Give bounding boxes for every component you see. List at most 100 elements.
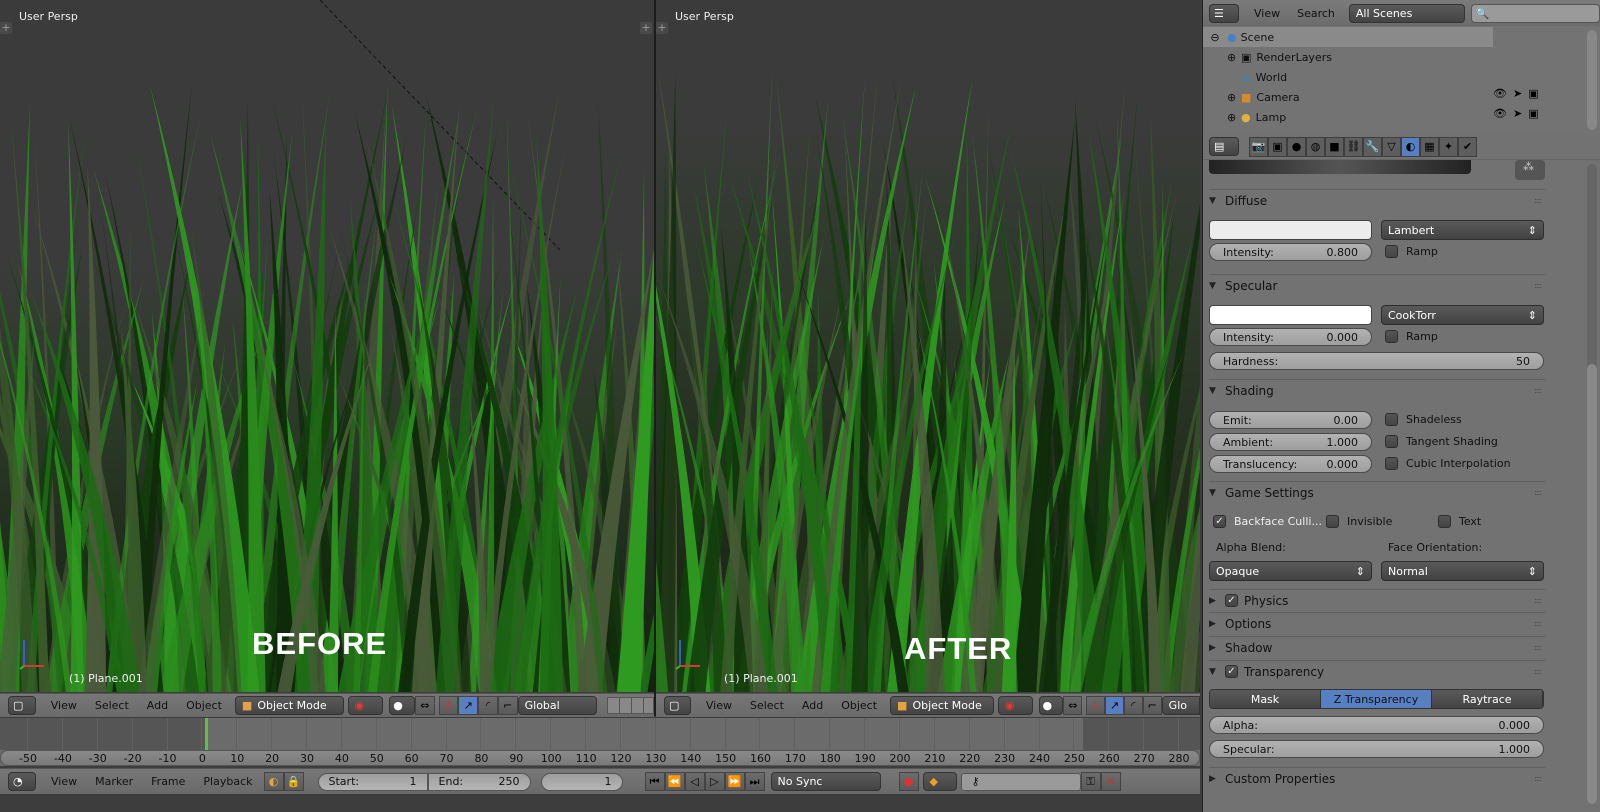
invisible-checkbox[interactable]: Invisible <box>1326 515 1392 528</box>
editor-type-button[interactable]: ▤ <box>1209 137 1239 156</box>
panel-specular-header[interactable]: ▼ Specular:::: <box>1209 274 1545 296</box>
layers-grid[interactable] <box>606 697 654 714</box>
viewport-shading-dropdown[interactable]: ◉ <box>347 696 384 715</box>
drag-grip-icon[interactable]: :::: <box>1534 281 1542 290</box>
eye-icon[interactable]: 👁 <box>1493 87 1507 100</box>
tab-render[interactable]: 📷 <box>1249 136 1268 157</box>
drag-grip-icon[interactable]: :::: <box>1534 667 1542 676</box>
alpha-blend-dropdown[interactable]: Opaque ⇕ <box>1209 561 1372 581</box>
mode-mask-button[interactable]: Mask <box>1210 690 1321 708</box>
panel-shading-header[interactable]: ▼ Shading:::: <box>1209 379 1545 401</box>
specular-intensity-field[interactable]: Intensity: 0.000 <box>1209 328 1372 346</box>
shadeless-checkbox[interactable]: Shadeless <box>1385 413 1462 426</box>
viewport-before[interactable]: User Persp + + BEFORE (1) Plane.001 <box>0 0 654 692</box>
menu-view[interactable]: View <box>42 775 86 788</box>
preview-range-toggle[interactable]: ◐ <box>263 772 284 791</box>
toolshelf-toggle[interactable]: + <box>0 22 12 34</box>
play-reverse-button[interactable]: ◁ <box>684 772 705 791</box>
current-frame-field[interactable]: 1 <box>540 772 623 791</box>
outliner-item[interactable]: ◍ World <box>1203 67 1493 87</box>
tab-material[interactable]: ◐ <box>1401 136 1420 157</box>
tab-physics[interactable]: ✔ <box>1458 136 1477 157</box>
mode-raytrace-button[interactable]: Raytrace <box>1432 690 1543 708</box>
panel-transparency-header[interactable]: ▼ ✓ Transparency:::: <box>1209 660 1545 682</box>
jump-end-button[interactable]: ⏭ <box>744 772 765 791</box>
tangent-shading-checkbox[interactable]: Tangent Shading <box>1385 435 1498 448</box>
rotate-button[interactable]: ◜ <box>478 696 498 715</box>
rotate-button[interactable]: ◜ <box>1123 696 1143 715</box>
outliner-item[interactable]: ⊕ ● Lamp <box>1203 107 1493 127</box>
scale-button[interactable]: ⌐ <box>497 696 518 715</box>
text-checkbox[interactable]: Text <box>1438 515 1481 528</box>
play-button[interactable]: ▷ <box>704 772 725 791</box>
drag-grip-icon[interactable]: :::: <box>1534 386 1542 395</box>
drag-grip-icon[interactable]: :::: <box>1534 596 1542 605</box>
tab-modifiers[interactable]: 🔧 <box>1363 136 1382 157</box>
menu-view[interactable]: View <box>697 699 741 712</box>
diffuse-ramp-checkbox[interactable]: Ramp <box>1385 245 1438 258</box>
viewport-shading-dropdown[interactable]: ◉ <box>997 696 1033 715</box>
diffuse-intensity-field[interactable]: Intensity: 0.800 <box>1209 243 1372 261</box>
menu-select[interactable]: Select <box>741 699 793 712</box>
tab-render-layers[interactable]: ▣ <box>1268 136 1287 157</box>
render-icon[interactable]: ▣ <box>1528 87 1538 100</box>
drag-grip-icon[interactable]: :::: <box>1534 774 1542 783</box>
transform-axes-button[interactable]: ⅄ <box>438 696 459 715</box>
translucency-field[interactable]: Translucency: 0.000 <box>1209 455 1372 473</box>
specular-shader-dropdown[interactable]: CookTorr ⇕ <box>1381 305 1544 325</box>
playhead[interactable] <box>205 718 208 750</box>
editor-type-button[interactable]: ◔ <box>8 772 36 791</box>
transform-axes-button[interactable]: ⅄ <box>1086 696 1106 715</box>
pivot-dropdown[interactable]: ● <box>1038 696 1064 715</box>
tab-constraints[interactable]: ⛓ <box>1344 136 1363 157</box>
menu-view[interactable]: View <box>1245 7 1289 20</box>
prev-keyframe-button[interactable]: ⏪ <box>664 772 685 791</box>
tab-world[interactable]: ◍ <box>1306 136 1325 157</box>
preview-type-button[interactable]: ⁂ <box>1515 160 1545 180</box>
orientation-dropdown[interactable]: Glo <box>1161 696 1201 715</box>
lock-toggle[interactable]: 🔒 <box>283 772 304 791</box>
properties-scrollbar[interactable] <box>1587 364 1597 804</box>
panel-options-header[interactable]: ▶ Options:::: <box>1209 612 1545 634</box>
drag-grip-icon[interactable]: :::: <box>1534 619 1542 628</box>
tab-data[interactable]: ▽ <box>1382 136 1401 157</box>
specular-color-swatch[interactable] <box>1209 305 1372 325</box>
panel-game-settings-header[interactable]: ▼ Game Settings:::: <box>1209 481 1545 503</box>
search-input[interactable]: 🔍 <box>1470 3 1600 23</box>
start-frame-field[interactable]: Start: 1 <box>317 772 428 791</box>
specular-ramp-checkbox[interactable]: Ramp <box>1385 330 1438 343</box>
orientation-dropdown[interactable]: Global <box>517 696 597 715</box>
menu-object[interactable]: Object <box>177 699 231 712</box>
end-frame-field[interactable]: End: 250 <box>427 772 531 791</box>
render-icon[interactable]: ▣ <box>1528 107 1538 120</box>
eye-icon[interactable]: 👁 <box>1493 107 1507 120</box>
checkmark-icon[interactable]: ✓ <box>1225 594 1238 607</box>
translate-button[interactable]: ↗ <box>1105 696 1124 715</box>
tab-texture[interactable]: ▦ <box>1420 136 1439 157</box>
panel-shadow-header[interactable]: ▶ Shadow:::: <box>1209 636 1545 658</box>
alpha-field[interactable]: Alpha: 0.000 <box>1209 716 1544 734</box>
manipulator-toggle[interactable]: ⇔ <box>414 696 435 715</box>
keying-set-field[interactable]: ⚷ <box>960 772 1081 791</box>
tab-particles[interactable]: ✦ <box>1439 136 1458 157</box>
outliner-scrollbar[interactable] <box>1587 30 1597 130</box>
insert-keyframe-button[interactable]: ⚿ <box>1080 772 1101 791</box>
menu-object[interactable]: Object <box>832 699 886 712</box>
record-button[interactable]: ● <box>898 772 919 791</box>
menu-add[interactable]: Add <box>138 699 177 712</box>
outliner-item[interactable]: ⊕ ▣ RenderLayers <box>1203 47 1493 67</box>
manipulator-toggle[interactable]: ⇔ <box>1063 696 1083 715</box>
menu-frame[interactable]: Frame <box>142 775 194 788</box>
tab-object[interactable]: ■ <box>1325 136 1344 157</box>
backface-culling-checkbox[interactable]: ✓ Backface Culli... <box>1213 515 1322 528</box>
transparency-specular-field[interactable]: Specular: 1.000 <box>1209 740 1544 758</box>
properties-toggle[interactable]: + <box>640 22 652 34</box>
sync-dropdown[interactable]: No Sync <box>770 772 881 791</box>
menu-view[interactable]: View <box>42 699 86 712</box>
editor-type-button[interactable]: ▢ <box>664 696 691 715</box>
panel-custom-properties-header[interactable]: ▶ Custom Properties:::: <box>1209 767 1545 789</box>
outliner-item[interactable]: ⊕ ■ Camera <box>1203 87 1493 107</box>
pivot-dropdown[interactable]: ● <box>389 696 415 715</box>
drag-grip-icon[interactable]: :::: <box>1534 643 1542 652</box>
scale-button[interactable]: ⌐ <box>1142 696 1162 715</box>
